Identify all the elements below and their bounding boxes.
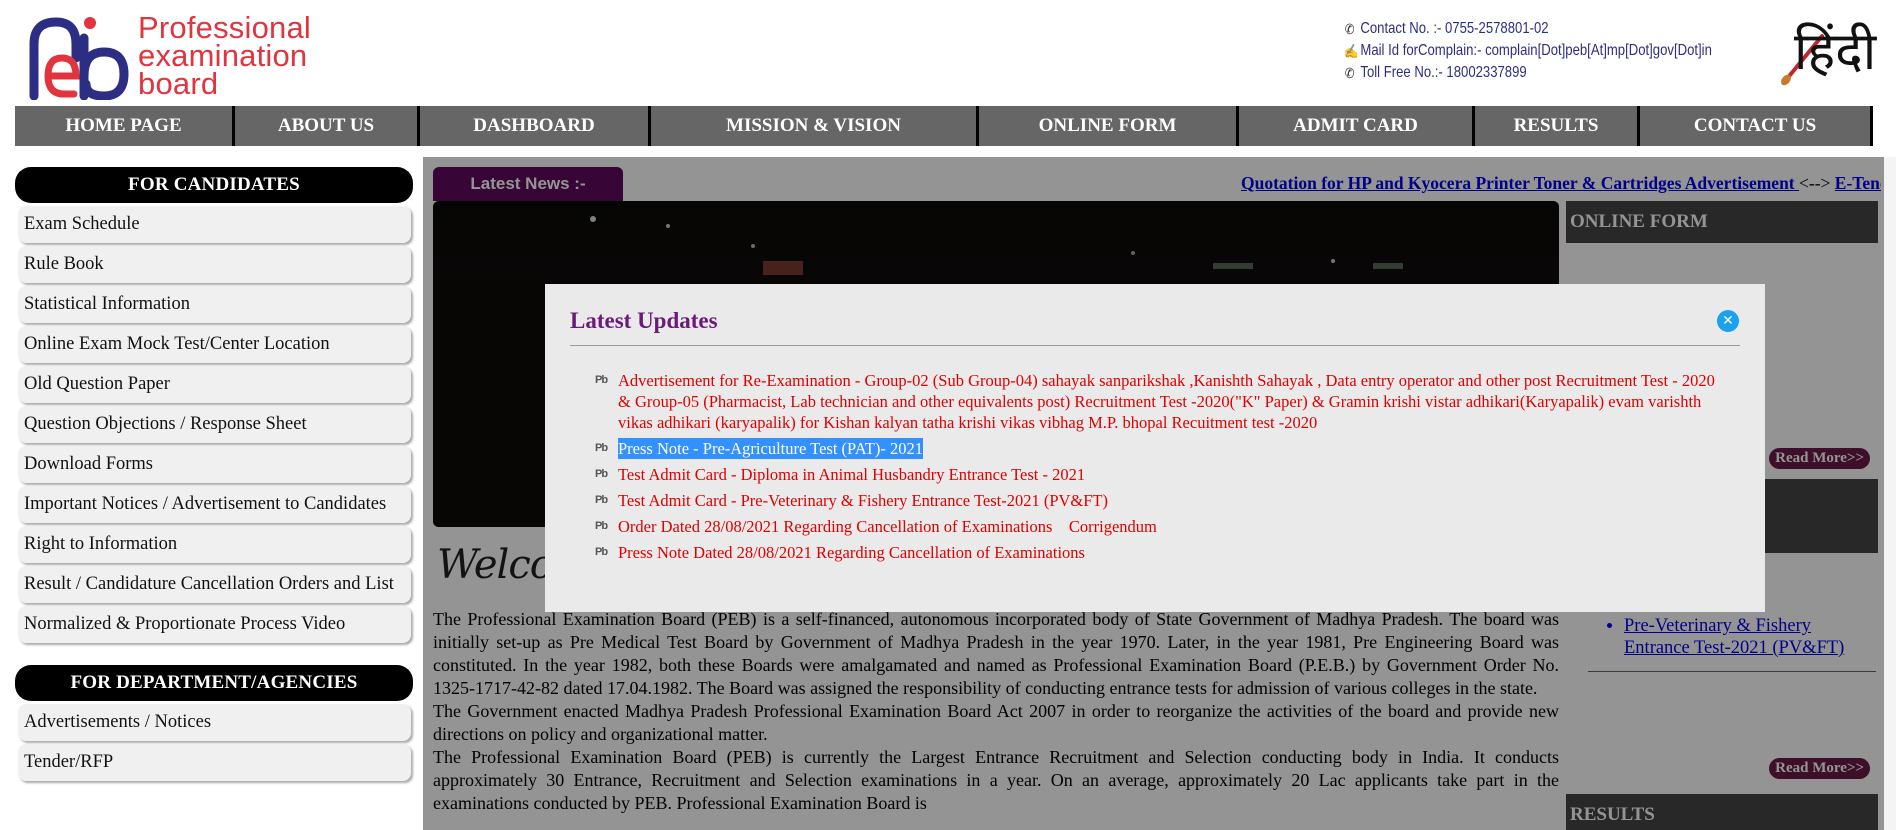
toll-free-row: ✆ Toll Free No.:- 18002337899 [1344, 62, 1712, 84]
update-link[interactable]: Order Dated 28/08/2021 Regarding Cancell… [618, 516, 1157, 537]
for-candidates-heading: FOR CANDIDATES [15, 167, 413, 203]
sidebar-item-download-forms[interactable]: Download Forms [18, 446, 411, 483]
phone-icon: ✆ [1344, 65, 1355, 81]
peb-bullet-icon: Pb [595, 442, 608, 454]
update-item[interactable]: Pb Advertisement for Re-Examination - Gr… [595, 370, 1725, 433]
logo-text: Professional examination board [138, 12, 311, 101]
nav-admit-card[interactable]: ADMIT CARD [1239, 106, 1475, 146]
nav-results[interactable]: RESULTS [1475, 106, 1640, 146]
sidebar-item-exam-schedule[interactable]: Exam Schedule [18, 206, 411, 243]
modal-divider [570, 345, 1740, 346]
peb-logo[interactable]: Professional examination board [24, 12, 334, 101]
sidebar-item-rule-book[interactable]: Rule Book [18, 246, 411, 283]
sidebar-item-important-notices[interactable]: Important Notices / Advertisement to Can… [18, 486, 411, 523]
peb-bullet-icon: Pb [595, 546, 608, 558]
peb-logo-mark-icon [29, 17, 129, 100]
main-navigation: HOME PAGE ABOUT US DASHBOARD MISSION & V… [15, 106, 1873, 146]
peb-bullet-icon: Pb [595, 520, 608, 532]
peb-bullet-icon: Pb [595, 494, 608, 506]
nav-contact-us[interactable]: CONTACT US [1640, 106, 1870, 146]
sidebar-item-question-objections[interactable]: Question Objections / Response Sheet [18, 406, 411, 443]
sidebar-item-advertisements[interactable]: Advertisements / Notices [18, 704, 411, 741]
toll-free-number: Toll Free No.:- 18002337899 [1360, 64, 1527, 81]
update-item[interactable]: Pb Order Dated 28/08/2021 Regarding Canc… [595, 516, 1725, 537]
update-link[interactable]: Test Admit Card - Pre-Veterinary & Fishe… [618, 490, 1108, 511]
modal-title: Latest Updates [570, 308, 718, 333]
mail-icon: ✍ [1344, 43, 1359, 59]
update-item[interactable]: Pb Test Admit Card - Diploma in Animal H… [595, 464, 1725, 485]
page-scrollbar[interactable] [1884, 157, 1896, 830]
update-item[interactable]: Pb Test Admit Card - Pre-Veterinary & Fi… [595, 490, 1725, 511]
update-link[interactable]: Test Admit Card - Diploma in Animal Husb… [618, 464, 1085, 485]
nav-home-page[interactable]: HOME PAGE [15, 106, 235, 146]
sidebar-item-right-to-information[interactable]: Right to Information [18, 526, 411, 563]
contact-number-row: ✆ Contact No. :- 0755-2578801-02 [1344, 18, 1712, 40]
peb-bullet-icon: Pb [595, 374, 608, 386]
complaint-mail: Mail Id forComplain:- complain[Dot]peb[A… [1360, 42, 1712, 59]
sidebar-item-old-question-paper[interactable]: Old Question Paper [18, 366, 411, 403]
sidebar-item-statistical-information[interactable]: Statistical Information [18, 286, 411, 323]
left-sidebar: FOR CANDIDATES Exam Schedule Rule Book S… [15, 167, 413, 781]
nav-online-form[interactable]: ONLINE FORM [979, 106, 1239, 146]
sidebar-item-tender[interactable]: Tender/RFP [18, 744, 411, 781]
update-link[interactable]: Press Note Dated 28/08/2021 Regarding Ca… [618, 542, 1085, 563]
update-link[interactable]: Advertisement for Re-Examination - Group… [618, 370, 1725, 433]
update-link-selected[interactable]: Press Note - Pre-Agriculture Test (PAT)-… [618, 438, 923, 459]
contact-info: ✆ Contact No. :- 0755-2578801-02 ✍ Mail … [1344, 18, 1712, 84]
nav-dashboard[interactable]: DASHBOARD [420, 106, 651, 146]
nav-mission-vision[interactable]: MISSION & VISION [651, 106, 979, 146]
hindi-label: हिंदी [1794, 22, 1877, 82]
updates-list: Pb Advertisement for Re-Examination - Gr… [595, 370, 1725, 568]
sidebar-item-normalized-video[interactable]: Normalized & Proportionate Process Video [18, 606, 411, 643]
site-header: Professional examination board ✆ Contact… [0, 0, 1896, 106]
close-icon[interactable]: ✕ [1717, 310, 1739, 332]
page: Professional examination board ✆ Contact… [0, 0, 1896, 830]
update-item[interactable]: Pb Press Note Dated 28/08/2021 Regarding… [595, 542, 1725, 563]
hindi-language-toggle[interactable]: हिंदी [1778, 22, 1877, 88]
sidebar-item-mock-test[interactable]: Online Exam Mock Test/Center Location [18, 326, 411, 363]
nav-about-us[interactable]: ABOUT US [235, 106, 420, 146]
update-item[interactable]: Pb Press Note - Pre-Agriculture Test (PA… [595, 438, 1725, 459]
contact-number: Contact No. :- 0755-2578801-02 [1360, 20, 1549, 37]
latest-updates-modal: Latest Updates ✕ Pb Advertisement for Re… [545, 284, 1765, 612]
complaint-mail-row: ✍ Mail Id forComplain:- complain[Dot]peb… [1344, 40, 1712, 62]
logo-line-3: board [138, 66, 219, 101]
for-department-heading: FOR DEPARTMENT/AGENCIES [15, 665, 413, 701]
phone-icon: ✆ [1344, 21, 1355, 37]
sidebar-item-result-cancellation[interactable]: Result / Candidature Cancellation Orders… [18, 566, 411, 603]
peb-bullet-icon: Pb [595, 468, 608, 480]
